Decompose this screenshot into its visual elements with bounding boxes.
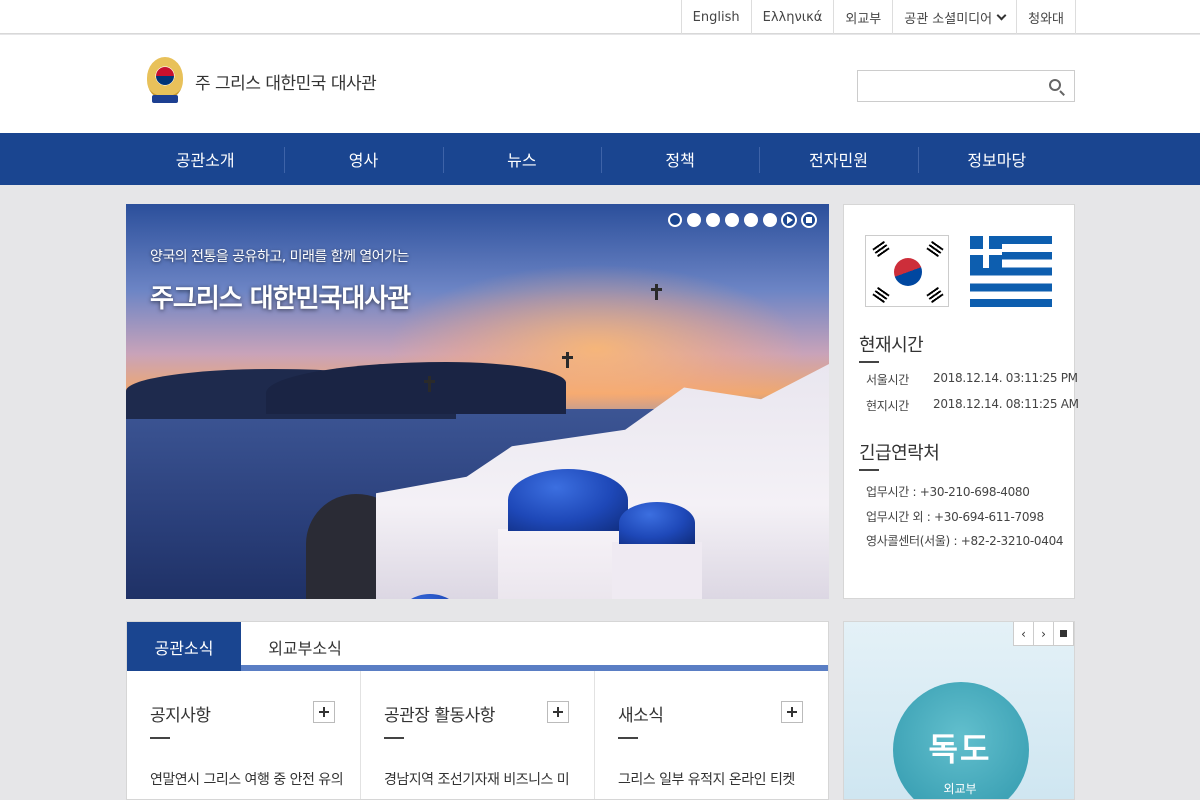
hero-title: 주그리스 대한민국대사관 xyxy=(150,284,411,314)
current-time-heading: 현재시간 xyxy=(859,335,924,356)
tab-mofa-news[interactable]: 외교부소식 xyxy=(241,622,369,671)
dokdo-banner[interactable]: ‹ › 독도 외교부 xyxy=(843,621,1075,800)
contact-row: 영사콜센터(서울) : +82-2-3210-0404 xyxy=(866,534,1064,548)
time-value: 2018.12.14. 08:11:25 AM xyxy=(933,397,1079,411)
nav-item-e-services[interactable]: 전자민원 xyxy=(759,133,917,185)
play-icon[interactable] xyxy=(781,212,797,228)
divider xyxy=(859,361,879,363)
embassy-emblem-icon xyxy=(145,55,185,107)
hero-subtitle: 양국의 전통을 공유하고, 미래를 함께 열어가는 xyxy=(150,249,409,265)
utility-links: English Ελληνικά 외교부 공관 소셜미디어 청와대 xyxy=(680,0,1076,34)
search-input[interactable] xyxy=(858,71,1038,101)
time-label: 현지시간 xyxy=(866,399,909,413)
time-label: 서울시간 xyxy=(866,373,909,387)
banner-controls: ‹ › xyxy=(1013,622,1074,646)
nav-item-policy[interactable]: 정책 xyxy=(600,133,759,185)
emergency-contact-heading: 긴급연락처 xyxy=(859,443,940,464)
plus-icon[interactable] xyxy=(547,701,569,723)
column-heading: 새소식 xyxy=(618,706,664,726)
banner-title: 독도 xyxy=(928,730,992,768)
plus-icon[interactable] xyxy=(313,701,335,723)
search-icon[interactable] xyxy=(1048,78,1066,96)
korea-flag-icon xyxy=(865,235,949,307)
banner-caption: 외교부 xyxy=(943,782,977,796)
list-item[interactable]: 연말연시 그리스 여행 중 안전 유의 xyxy=(150,769,350,789)
hero-image-cross xyxy=(562,352,573,368)
contact-row: 업무시간 : +30-210-698-4080 xyxy=(866,485,1030,499)
stop-icon[interactable] xyxy=(801,212,817,228)
hero-image-cross xyxy=(424,376,435,392)
news-columns: 공지사항 연말연시 그리스 여행 중 안전 유의 공관장 활동사항 경남지역 조… xyxy=(127,671,828,799)
time-value: 2018.12.14. 03:11:25 PM xyxy=(933,371,1078,385)
news-column-updates: 새소식 그리스 일부 유적지 온라인 티켓 xyxy=(595,671,828,799)
news-column-ambassador: 공관장 활동사항 경남지역 조선기자재 비즈니스 미 xyxy=(361,671,595,799)
divider xyxy=(859,469,879,471)
link-english[interactable]: English xyxy=(682,0,752,34)
social-media-label: 공관 소셜미디어 xyxy=(904,11,993,27)
nav-item-consular[interactable]: 영사 xyxy=(284,133,442,185)
info-panel: 현재시간 서울시간 2018.12.14. 03:11:25 PM 현지시간 2… xyxy=(843,204,1079,599)
slide-dot[interactable] xyxy=(763,213,777,227)
slide-dot[interactable] xyxy=(706,213,720,227)
news-tabs: 공관소식 외교부소식 xyxy=(127,622,828,671)
nav-item-about[interactable]: 공관소개 xyxy=(126,133,284,185)
slide-dot[interactable] xyxy=(744,213,758,227)
chevron-right-icon[interactable]: › xyxy=(1033,622,1054,646)
stop-icon[interactable] xyxy=(1053,622,1074,646)
site-header: 주 그리스 대한민국 대사관 xyxy=(0,35,1200,133)
news-panel: 공관소식 외교부소식 공지사항 연말연시 그리스 여행 중 안전 유의 공관장 … xyxy=(126,621,829,800)
hero-image-blue-dome xyxy=(508,469,628,531)
nav-item-info[interactable]: 정보마당 xyxy=(917,133,1076,185)
contact-row: 업무시간 외 : +30-694-611-7098 xyxy=(866,510,1044,524)
divider xyxy=(618,737,638,739)
plus-icon[interactable] xyxy=(781,701,803,723)
site-title: 주 그리스 대한민국 대사관 xyxy=(195,73,377,94)
divider xyxy=(384,737,404,739)
slide-dot[interactable] xyxy=(668,213,682,227)
hero-image-cross xyxy=(651,284,662,300)
news-column-notices: 공지사항 연말연시 그리스 여행 중 안전 유의 xyxy=(127,671,361,799)
top-utility-bar: English Ελληνικά 외교부 공관 소셜미디어 청와대 xyxy=(0,0,1200,34)
search-box xyxy=(857,70,1075,102)
slider-controls xyxy=(663,212,817,228)
chevron-left-icon[interactable]: ‹ xyxy=(1013,622,1034,646)
list-item[interactable]: 경남지역 조선기자재 비즈니스 미 xyxy=(384,769,584,789)
site-logo[interactable]: 주 그리스 대한민국 대사관 xyxy=(145,55,377,107)
social-media-dropdown[interactable]: 공관 소셜미디어 xyxy=(893,0,1018,34)
link-greek[interactable]: Ελληνικά xyxy=(752,0,835,34)
time-row-seoul: 서울시간 2018.12.14. 03:11:25 PM xyxy=(866,371,1078,388)
column-heading: 공지사항 xyxy=(150,706,211,726)
slide-dot[interactable] xyxy=(725,213,739,227)
hero-image-church-side xyxy=(612,542,702,599)
tab-embassy-news[interactable]: 공관소식 xyxy=(127,622,241,671)
column-heading: 공관장 활동사항 xyxy=(384,706,495,726)
divider xyxy=(150,737,170,739)
chevron-down-icon xyxy=(996,10,1007,20)
link-mofa[interactable]: 외교부 xyxy=(834,0,894,34)
time-row-local: 현지시간 2018.12.14. 08:11:25 AM xyxy=(866,397,1079,414)
hero-slider: 양국의 전통을 공유하고, 미래를 함께 열어가는 주그리스 대한민국대사관 xyxy=(126,204,829,599)
link-blue-house[interactable]: 청와대 xyxy=(1017,0,1076,34)
greece-flag-icon xyxy=(970,236,1052,307)
main-nav: 공관소개 영사 뉴스 정책 전자민원 정보마당 xyxy=(0,133,1200,185)
hero-image-blue-dome-small xyxy=(619,502,695,544)
slide-dot[interactable] xyxy=(687,213,701,227)
list-item[interactable]: 그리스 일부 유적지 온라인 티켓 xyxy=(618,769,818,789)
nav-item-news[interactable]: 뉴스 xyxy=(442,133,601,185)
